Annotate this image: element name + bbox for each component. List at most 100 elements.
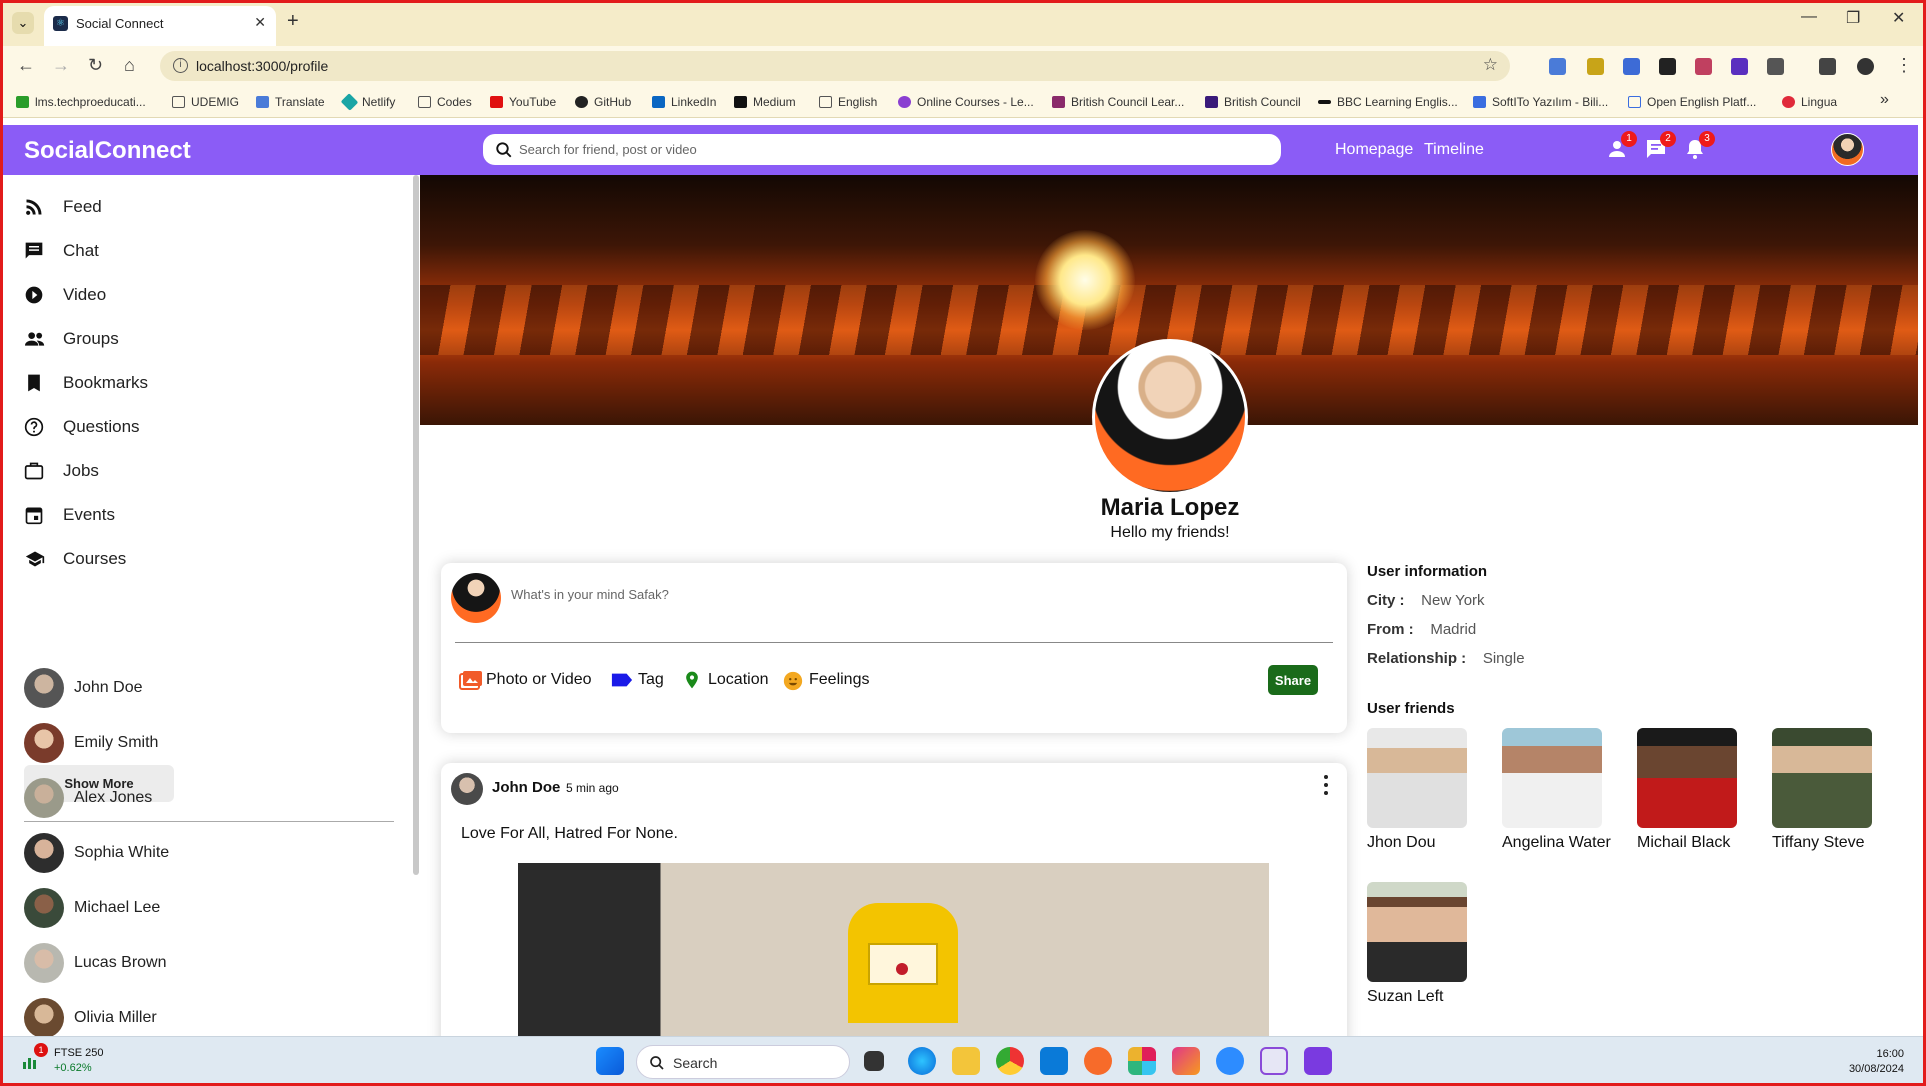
close-window-icon[interactable]: ✕: [1892, 8, 1905, 28]
bookmark-item[interactable]: Online Courses - Le...: [898, 95, 1034, 109]
extension-icon[interactable]: [1695, 58, 1712, 75]
rss-feed-icon: [26, 199, 42, 215]
bookmark-item[interactable]: British Council: [1205, 95, 1301, 109]
post-card: John Doe 5 min ago Love For All, Hatred …: [441, 763, 1347, 1053]
bookmark-item[interactable]: BBC Learning Englis...: [1318, 95, 1458, 109]
share-input[interactable]: What's in your mind Safak?: [511, 587, 669, 602]
app-logo[interactable]: SocialConnect: [24, 137, 191, 165]
user-friend-card[interactable]: Michail Black: [1637, 728, 1767, 852]
notifications-button[interactable]: 3: [1683, 131, 1715, 161]
bookmark-star-icon[interactable]: ☆: [1483, 55, 1498, 75]
windows-start-icon[interactable]: [596, 1047, 624, 1075]
minimize-icon[interactable]: —: [1801, 8, 1817, 26]
app-header: SocialConnect Homepage Timeline 1 2 3: [0, 125, 1918, 175]
vscode-icon[interactable]: [1040, 1047, 1068, 1075]
user-info-row: From : Madrid: [1367, 621, 1476, 638]
timeline-link[interactable]: Timeline: [1424, 141, 1484, 159]
browser-tab[interactable]: ⚛ Social Connect ✕: [44, 6, 276, 46]
user-info-row: Relationship : Single: [1367, 650, 1525, 667]
bookmark-folder[interactable]: English: [819, 95, 877, 109]
edge-icon[interactable]: [908, 1047, 936, 1075]
stock-name: FTSE 250: [54, 1047, 104, 1059]
back-icon[interactable]: ←: [17, 55, 35, 76]
emoji-icon: [783, 671, 803, 691]
bookmark-item[interactable]: SoftITo Yazılım - Bili...: [1473, 95, 1608, 109]
friend-requests-button[interactable]: 1: [1605, 131, 1637, 161]
post-image: [518, 863, 1269, 1053]
translate-extension-icon[interactable]: [1549, 58, 1566, 75]
browser-menu-icon[interactable]: ⋮: [1895, 55, 1913, 76]
post-author[interactable]: John Doe: [492, 779, 560, 796]
extensions-puzzle-icon[interactable]: [1767, 58, 1784, 75]
share-button[interactable]: Share: [1268, 665, 1318, 695]
extension-icon[interactable]: [1623, 58, 1640, 75]
friend-name: Lucas Brown: [74, 954, 167, 971]
avatar: [24, 833, 64, 873]
bookmark-item[interactable]: lms.techproeducati...: [16, 95, 146, 109]
bookmark-item[interactable]: Netlify: [340, 93, 395, 111]
restore-icon[interactable]: ❐: [1846, 8, 1860, 28]
avatar[interactable]: [451, 773, 483, 805]
avatar: [24, 723, 64, 763]
bookmark-item[interactable]: Open English Platf...: [1628, 95, 1756, 109]
sidebar-scrollbar[interactable]: [413, 175, 419, 875]
slack-icon[interactable]: [1128, 1047, 1156, 1075]
info-value: New York: [1421, 592, 1485, 609]
chrome-icon[interactable]: [996, 1047, 1024, 1075]
url-text: localhost:3000/profile: [196, 58, 329, 74]
search-bar[interactable]: [483, 134, 1281, 165]
messages-button[interactable]: 2: [1644, 131, 1676, 161]
more-bookmarks-icon[interactable]: »: [1880, 91, 1889, 109]
intellij-icon[interactable]: [1172, 1047, 1200, 1075]
user-info-title: User information: [1367, 563, 1488, 580]
homepage-link[interactable]: Homepage: [1335, 141, 1413, 159]
bookmark-item[interactable]: YouTube: [490, 95, 556, 109]
sidebar-item-label: Jobs: [63, 461, 99, 480]
extension-icon[interactable]: [1731, 58, 1748, 75]
user-friend-card[interactable]: Jhon Dou: [1367, 728, 1497, 852]
profile-icon[interactable]: [1857, 58, 1874, 75]
user-friend-card[interactable]: Suzan Left: [1367, 882, 1497, 1006]
bookmark-folder[interactable]: UDEMIG: [172, 95, 239, 109]
taskbar-clock[interactable]: 16:00 30/08/2024: [1849, 1047, 1904, 1077]
tab-close-icon[interactable]: ✕: [254, 14, 266, 31]
tab-search-button[interactable]: ⌄: [12, 12, 34, 34]
file-explorer-icon[interactable]: [952, 1047, 980, 1075]
photo-library-icon: [459, 671, 482, 690]
site-info-icon[interactable]: i: [173, 58, 188, 73]
info-label: City :: [1367, 592, 1405, 609]
zoom-icon[interactable]: [1216, 1047, 1244, 1075]
new-tab-button[interactable]: +: [287, 10, 299, 33]
bookmark-folder[interactable]: Codes: [418, 95, 472, 109]
reload-icon[interactable]: ↻: [88, 55, 103, 76]
extension-icon[interactable]: [1587, 58, 1604, 75]
bookmark-item[interactable]: GitHub: [575, 95, 631, 109]
color-picker-icon[interactable]: [1659, 58, 1676, 75]
task-view-icon[interactable]: [864, 1051, 884, 1071]
postman-icon[interactable]: [1084, 1047, 1112, 1075]
friend-name: Suzan Left: [1367, 988, 1444, 1005]
bookmark-item[interactable]: Lingua: [1782, 95, 1837, 109]
forward-icon[interactable]: →: [52, 55, 70, 76]
snipping-tool-icon[interactable]: [1260, 1047, 1288, 1075]
bookmark-item[interactable]: Medium: [734, 95, 796, 109]
user-avatar[interactable]: [1831, 133, 1864, 166]
option-label: Location: [708, 671, 769, 688]
bookmark-item[interactable]: LinkedIn: [652, 95, 716, 109]
more-options-icon[interactable]: [1323, 775, 1329, 795]
search-input[interactable]: [519, 139, 1259, 160]
friend-photo: [1772, 728, 1872, 828]
address-bar[interactable]: i localhost:3000/profile ☆: [160, 51, 1510, 81]
chat-icon: [25, 242, 43, 259]
bookmark-item[interactable]: British Council Lear...: [1052, 95, 1184, 109]
bootstrap-icon[interactable]: [1304, 1047, 1332, 1075]
user-friend-card[interactable]: Tiffany Steve: [1772, 728, 1902, 852]
home-icon[interactable]: ⌂: [124, 55, 135, 76]
info-label: From :: [1367, 621, 1414, 638]
user-friend-card[interactable]: Angelina Water: [1502, 728, 1632, 852]
seal-shape: [896, 963, 908, 975]
profile-avatar: [1092, 339, 1248, 495]
bookmark-item[interactable]: Translate: [256, 95, 325, 109]
download-icon[interactable]: [1819, 58, 1836, 75]
taskbar-search[interactable]: Search: [636, 1045, 850, 1079]
